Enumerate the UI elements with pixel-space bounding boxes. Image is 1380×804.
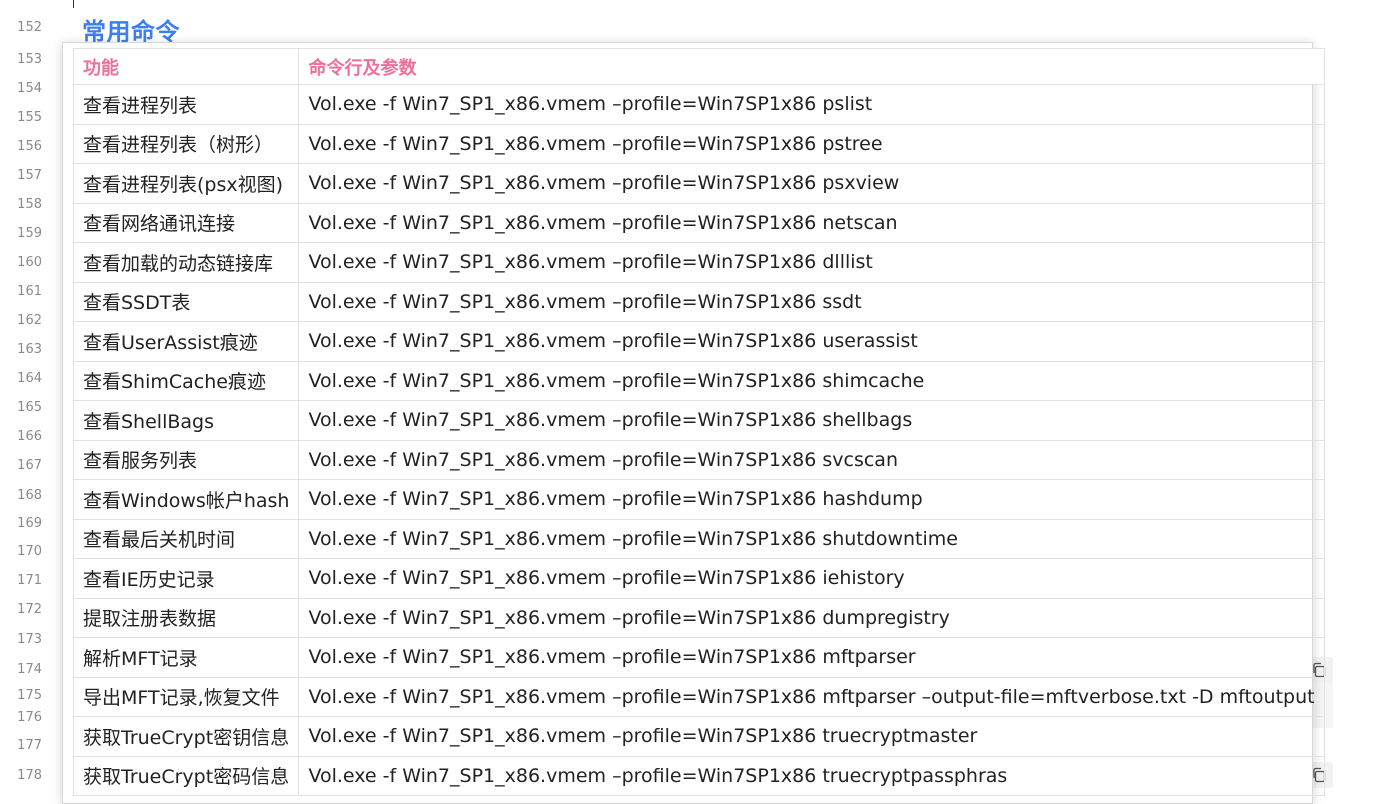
command-cell: Vol.exe -f Win7_SP1_x86.vmem –profile=Wi… <box>298 439 1325 480</box>
line-number: 154 <box>17 81 42 96</box>
line-number: 153 <box>17 52 42 67</box>
table-row: 查看UserAssist痕迹 Vol.exe -f Win7_SP1_x86.vm… <box>72 321 1325 362</box>
line-number: 169 <box>17 516 42 531</box>
table-row: 查看网络通讯连接 Vol.exe -f Win7_SP1_x86.vmem –pr… <box>72 202 1325 243</box>
table-row: 查看SSDT表 Vol.exe -f Win7_SP1_x86.vmem –pro… <box>72 281 1325 322</box>
command-cell: Vol.exe -f Win7_SP1_x86.vmem –profile=Wi… <box>298 637 1325 678</box>
function-cell: 查看加载的动态链接库 <box>72 242 300 283</box>
text-cursor <box>73 0 74 8</box>
table-preview-popup: 功能 命令行及参数 查看进程列表 Vol.exe -f Win7_SP1_x86.… <box>62 42 1325 804</box>
line-number: 174 <box>17 662 42 677</box>
table-row: 导出MFT记录,恢复文件 Vol.exe -f Win7_SP1_x86.vmem… <box>72 676 1325 717</box>
line-number: 175 <box>17 688 42 703</box>
command-cell: Vol.exe -f Win7_SP1_x86.vmem –profile=Wi… <box>298 242 1325 283</box>
line-number: 178 <box>17 768 42 783</box>
function-cell: 查看网络通讯连接 <box>72 202 300 243</box>
table-row: 查看加载的动态链接库 Vol.exe -f Win7_SP1_x86.vmem –… <box>72 242 1325 283</box>
function-cell: 提取注册表数据 <box>72 597 300 638</box>
line-number: 157 <box>17 168 42 183</box>
table-row: 查看进程列表 Vol.exe -f Win7_SP1_x86.vmem –prof… <box>72 84 1325 125</box>
header-function: 功能 <box>72 48 300 85</box>
command-cell: Vol.exe -f Win7_SP1_x86.vmem –profile=Wi… <box>298 123 1325 164</box>
line-number: 165 <box>17 400 42 415</box>
table-header-row: 功能 命令行及参数 <box>72 48 1325 85</box>
table-row: 查看服务列表 Vol.exe -f Win7_SP1_x86.vmem –prof… <box>72 439 1325 480</box>
function-cell: 查看ShellBags <box>72 400 300 441</box>
line-number: 156 <box>17 139 42 154</box>
function-cell: 导出MFT记录,恢复文件 <box>72 676 300 717</box>
command-cell: Vol.exe -f Win7_SP1_x86.vmem –profile=Wi… <box>298 558 1325 599</box>
function-cell: 查看最后关机时间 <box>72 518 300 559</box>
line-number: 166 <box>17 429 42 444</box>
line-number: 152 <box>17 20 42 35</box>
function-cell: 查看Windows帐户hash <box>72 479 300 520</box>
line-number-gutter: 152 153 154 155 156 157 158 159 160 161 162 163 164 1… <box>0 0 62 788</box>
function-cell: 查看IE历史记录 <box>72 558 300 599</box>
line-number: 164 <box>17 371 42 386</box>
line-number: 160 <box>17 255 42 270</box>
function-cell: 查看服务列表 <box>72 439 300 480</box>
header-command: 命令行及参数 <box>298 48 1325 85</box>
line-number: 168 <box>17 488 42 503</box>
table-row: 查看ShellBags Vol.exe -f Win7_SP1_x86.vmem … <box>72 400 1325 441</box>
function-cell: 查看进程列表（树形） <box>72 123 300 164</box>
line-number: 158 <box>17 197 42 212</box>
command-cell: Vol.exe -f Win7_SP1_x86.vmem –profile=Wi… <box>298 281 1325 322</box>
command-cell: Vol.exe -f Win7_SP1_x86.vmem –profile=Wi… <box>298 360 1325 401</box>
table-row: 查看进程列表(psx视图) Vol.exe -f Win7_SP1_x86.vme… <box>72 163 1325 204</box>
line-number: 173 <box>17 632 42 647</box>
command-cell: Vol.exe -f Win7_SP1_x86.vmem –profile=Wi… <box>298 676 1325 717</box>
command-cell: Vol.exe -f Win7_SP1_x86.vmem –profile=Wi… <box>298 755 1325 796</box>
line-number: 177 <box>17 738 42 753</box>
line-number: 176 <box>17 710 42 725</box>
line-number: 172 <box>17 602 42 617</box>
function-cell: 查看SSDT表 <box>72 281 300 322</box>
table-row: 解析MFT记录 Vol.exe -f Win7_SP1_x86.vmem –pro… <box>72 637 1325 678</box>
line-number: 171 <box>17 573 42 588</box>
table-row: 查看进程列表（树形） Vol.exe -f Win7_SP1_x86.vmem –… <box>72 123 1325 164</box>
command-cell: Vol.exe -f Win7_SP1_x86.vmem –profile=Wi… <box>298 597 1325 638</box>
function-cell: 查看ShimCache痕迹 <box>72 360 300 401</box>
function-cell: 解析MFT记录 <box>72 637 300 678</box>
command-cell: Vol.exe -f Win7_SP1_x86.vmem –profile=Wi… <box>298 202 1325 243</box>
function-cell: 查看进程列表 <box>72 84 300 125</box>
line-number: 161 <box>17 284 42 299</box>
table-row: 获取TrueCrypt密码信息 Vol.exe -f Win7_SP1_x86.v… <box>72 755 1325 796</box>
function-cell: 查看UserAssist痕迹 <box>72 321 300 362</box>
command-cell: Vol.exe -f Win7_SP1_x86.vmem –profile=Wi… <box>298 479 1325 520</box>
table-row: 查看IE历史记录 Vol.exe -f Win7_SP1_x86.vmem –pr… <box>72 558 1325 599</box>
line-number: 155 <box>17 110 42 125</box>
line-number: 159 <box>17 226 42 241</box>
table-row: 查看ShimCache痕迹 Vol.exe -f Win7_SP1_x86.vme… <box>72 360 1325 401</box>
command-cell: Vol.exe -f Win7_SP1_x86.vmem –profile=Wi… <box>298 84 1325 125</box>
function-cell: 查看进程列表(psx视图) <box>72 163 300 204</box>
line-number: 167 <box>17 458 42 473</box>
table-row: 查看Windows帐户hash Vol.exe -f Win7_SP1_x86.v… <box>72 479 1325 520</box>
table-row: 获取TrueCrypt密钥信息 Vol.exe -f Win7_SP1_x86.v… <box>72 716 1325 757</box>
line-number: 163 <box>17 342 42 357</box>
command-cell: Vol.exe -f Win7_SP1_x86.vmem –profile=Wi… <box>298 400 1325 441</box>
function-cell: 获取TrueCrypt密码信息 <box>72 755 300 796</box>
table-row: 提取注册表数据 Vol.exe -f Win7_SP1_x86.vmem –pro… <box>72 597 1325 638</box>
command-cell: Vol.exe -f Win7_SP1_x86.vmem –profile=Wi… <box>298 716 1325 757</box>
function-cell: 获取TrueCrypt密钥信息 <box>72 716 300 757</box>
command-cell: Vol.exe -f Win7_SP1_x86.vmem –profile=Wi… <box>298 321 1325 362</box>
command-cell: Vol.exe -f Win7_SP1_x86.vmem –profile=Wi… <box>298 518 1325 559</box>
table-row: 查看最后关机时间 Vol.exe -f Win7_SP1_x86.vmem –pr… <box>72 518 1325 559</box>
line-number: 170 <box>17 544 42 559</box>
line-number: 162 <box>17 313 42 328</box>
command-cell: Vol.exe -f Win7_SP1_x86.vmem –profile=Wi… <box>298 163 1325 204</box>
command-table: 功能 命令行及参数 查看进程列表 Vol.exe -f Win7_SP1_x86.… <box>72 48 1325 796</box>
